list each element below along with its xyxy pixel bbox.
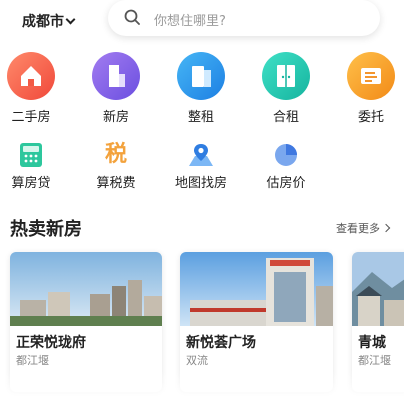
tool-item-valuation[interactable]: 估房价 bbox=[251, 142, 321, 191]
property-area: 都江堰 bbox=[358, 354, 391, 367]
door-icon bbox=[262, 52, 310, 100]
tax-icon: 税 bbox=[102, 142, 130, 168]
city-label: 成都市 bbox=[22, 14, 64, 30]
property-image bbox=[352, 252, 404, 326]
chevron-right-icon bbox=[381, 223, 391, 233]
nav-label: 二手房 bbox=[11, 110, 51, 125]
property-name: 新悦荟广场 bbox=[186, 335, 256, 351]
tool-item-tax[interactable]: 税 算税费 bbox=[81, 142, 151, 191]
view-more-label: 查看更多 bbox=[336, 222, 380, 235]
nav-label: 整租 bbox=[187, 110, 214, 125]
top-header: 成都市 你想住哪里? bbox=[0, 0, 404, 42]
nav-item-shared-rent[interactable]: 合租 bbox=[251, 52, 321, 125]
pie-chart-icon bbox=[272, 142, 300, 168]
search-bar[interactable]: 你想住哪里? bbox=[108, 0, 380, 36]
property-image bbox=[10, 252, 162, 326]
view-more-link[interactable]: 查看更多 bbox=[336, 220, 391, 236]
apartment-icon bbox=[177, 52, 225, 100]
tax-glyph: 税 bbox=[104, 142, 127, 167]
map-pin-icon bbox=[187, 142, 215, 168]
property-image bbox=[180, 252, 333, 326]
tool-item-mortgage[interactable]: 算房贷 bbox=[0, 142, 66, 191]
search-placeholder: 你想住哪里? bbox=[154, 14, 226, 29]
property-area: 双流 bbox=[186, 354, 208, 367]
tool-label: 地图找房 bbox=[174, 176, 227, 191]
nav-item-whole-rent[interactable]: 整租 bbox=[166, 52, 236, 125]
property-area: 都江堰 bbox=[16, 354, 49, 367]
section-title: 热卖新房 bbox=[10, 219, 82, 240]
property-name: 青城 bbox=[358, 335, 386, 351]
building-icon bbox=[92, 52, 140, 100]
city-selector[interactable]: 成都市 bbox=[22, 11, 76, 31]
tool-label: 算税费 bbox=[96, 176, 136, 191]
calculator-icon bbox=[17, 142, 45, 168]
chevron-down-icon bbox=[65, 14, 76, 24]
entrust-icon bbox=[347, 52, 395, 100]
bottom-fade bbox=[0, 370, 404, 412]
house-icon bbox=[7, 52, 55, 100]
nav-item-second-hand[interactable]: 二手房 bbox=[0, 52, 66, 125]
nav-label: 委托 bbox=[357, 110, 384, 125]
tool-label: 估房价 bbox=[266, 176, 306, 191]
nav-item-new-house[interactable]: 新房 bbox=[81, 52, 151, 125]
nav-item-entrust[interactable]: 委托 bbox=[336, 52, 404, 125]
tools-nav: 算房贷 税 算税费 地图找房 估房价 bbox=[0, 142, 404, 192]
search-icon bbox=[124, 9, 140, 25]
property-name: 正荣悦珑府 bbox=[16, 335, 86, 351]
nav-label: 合租 bbox=[272, 110, 299, 125]
tool-label: 算房贷 bbox=[11, 176, 51, 191]
tool-item-map[interactable]: 地图找房 bbox=[166, 142, 236, 191]
main-category-nav: 二手房 新房 整租 合租 委托 bbox=[0, 52, 404, 125]
nav-label: 新房 bbox=[102, 110, 129, 125]
